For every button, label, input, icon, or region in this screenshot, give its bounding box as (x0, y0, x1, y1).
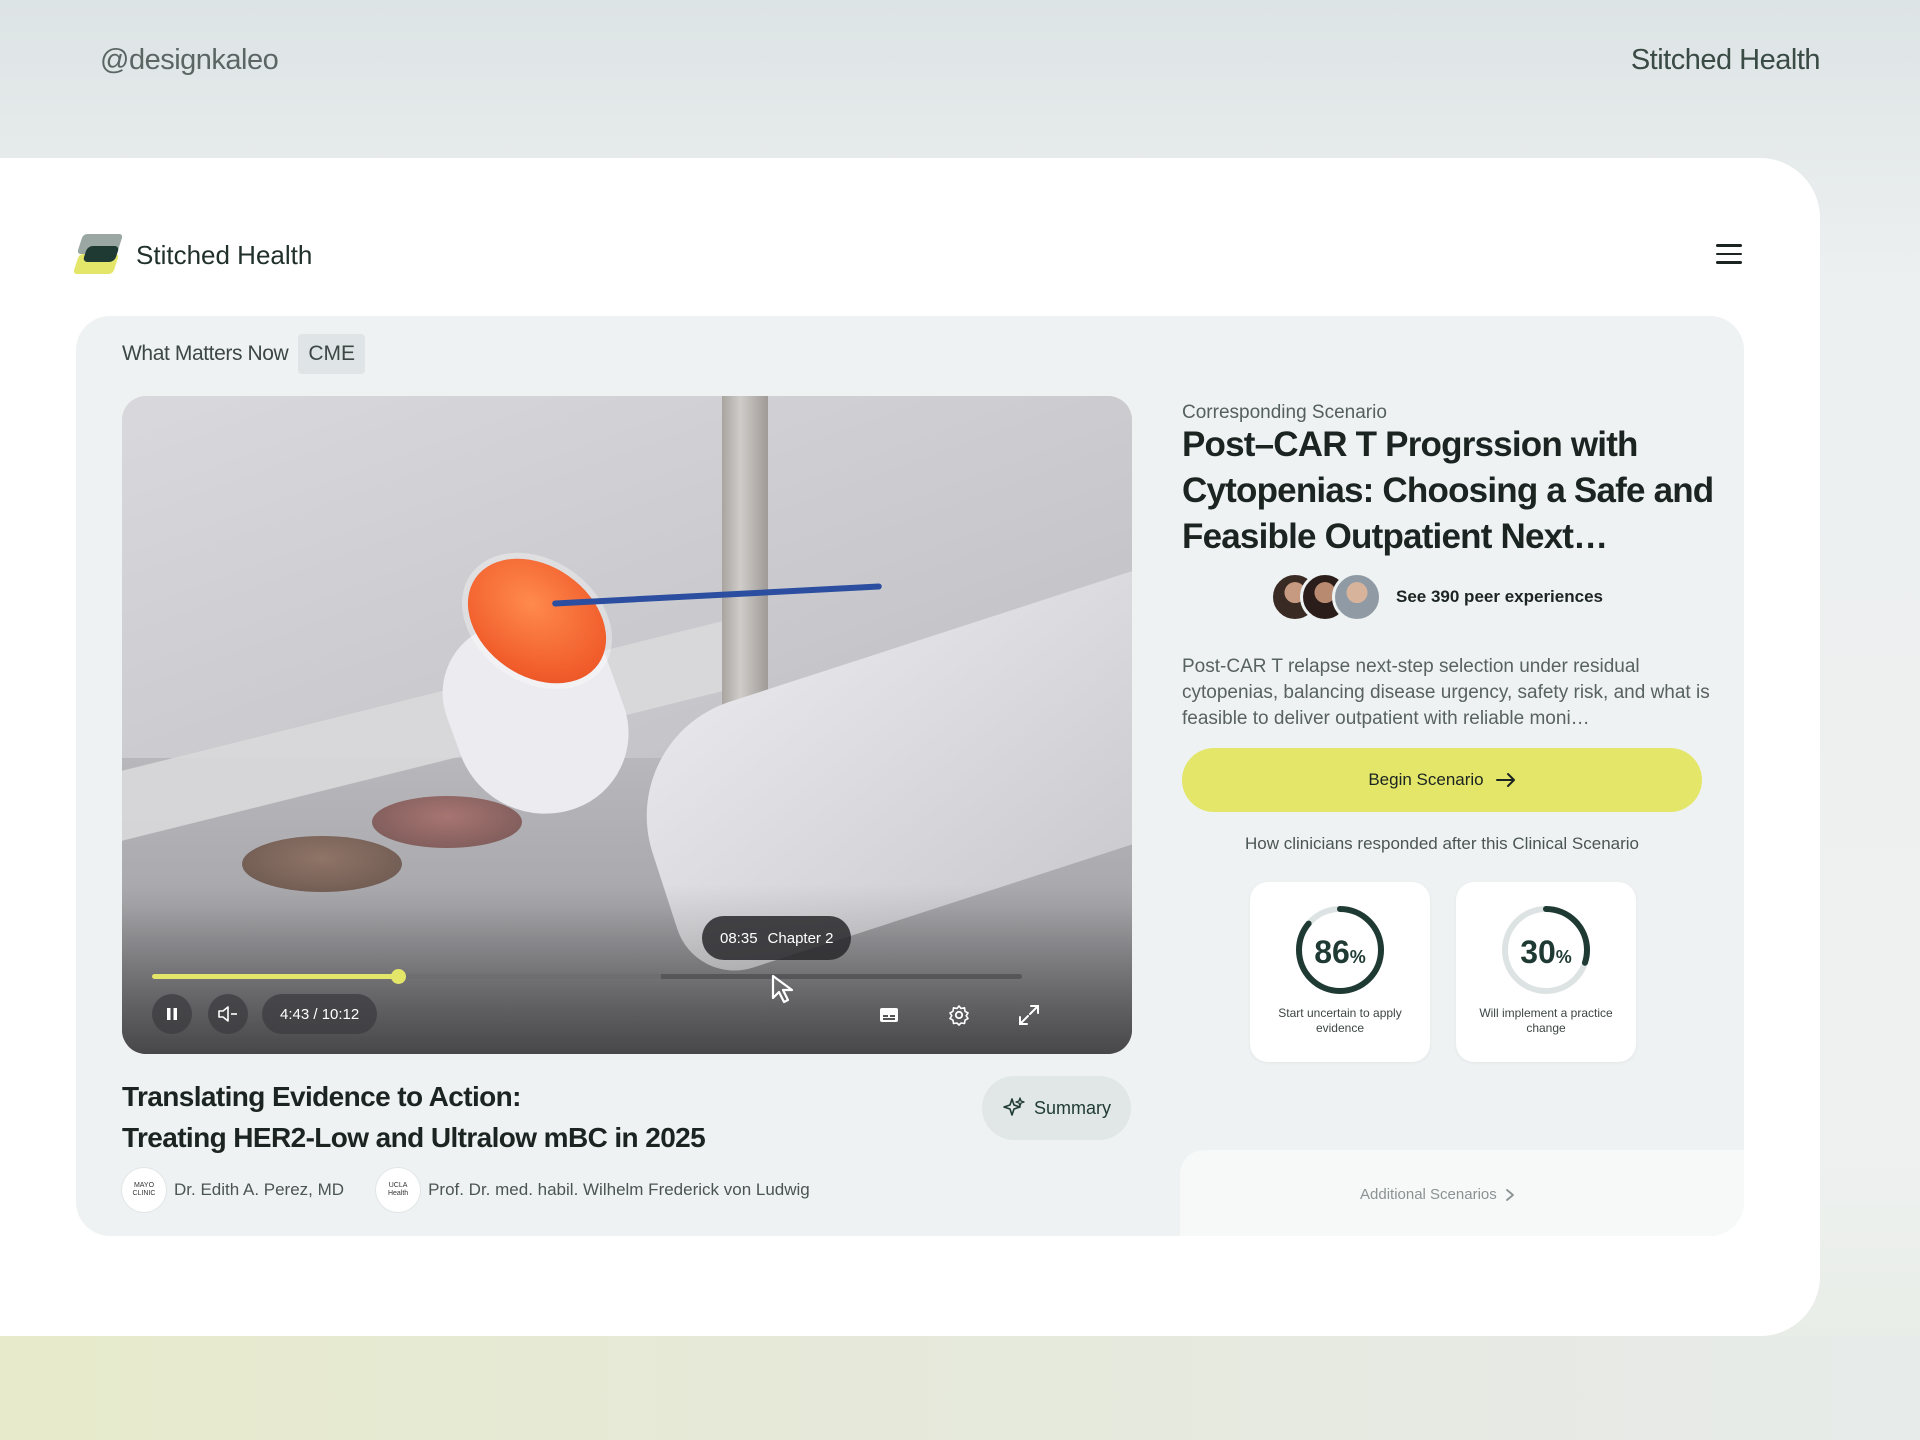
cme-badge: CME (298, 334, 365, 374)
mayo-clinic-logo: MAYO CLINIC (122, 1168, 166, 1212)
authors-list: MAYO CLINIC Dr. Edith A. Perez, MD UCLA … (122, 1168, 842, 1212)
stat-value: 86% (1314, 934, 1366, 970)
arrow-right-icon (1495, 773, 1515, 787)
expand-icon (1019, 1005, 1039, 1025)
summary-button[interactable]: Summary (982, 1076, 1132, 1140)
talk-title-line1: Translating Evidence to Action: (122, 1081, 521, 1112)
summary-label: Summary (1034, 1097, 1112, 1118)
captions-icon (880, 1008, 898, 1022)
author-name: Prof. Dr. med. habil. Wilhelm Frederick … (428, 1180, 810, 1199)
stat-card: 86% Start uncertain to apply evidence (1250, 882, 1430, 1062)
stitched-logo-icon (72, 234, 124, 276)
mouse-pointer-icon (771, 974, 794, 1004)
gear-icon (949, 1005, 969, 1026)
author-item[interactable]: UCLA Health Prof. Dr. med. habil. Wilhel… (376, 1168, 810, 1212)
video-frame-petri-dish (372, 796, 522, 848)
fullscreen-button[interactable] (1012, 998, 1046, 1032)
tooltip-chapter: Chapter 2 (767, 929, 834, 947)
stat-card: 30% Will implement a practice change (1456, 882, 1636, 1062)
begin-scenario-label: Begin Scenario (1368, 770, 1484, 789)
tooltip-time: 08:35 (720, 929, 758, 947)
peer-avatars (1270, 572, 1382, 622)
additional-scenarios-label: Additional Scenarios (1360, 1186, 1497, 1203)
video-progress-track[interactable] (152, 969, 1022, 984)
progress-hover-segment (398, 974, 661, 979)
avatar (1332, 572, 1382, 622)
settings-button[interactable] (942, 998, 976, 1032)
app-window: Stitched Health What Matters Now CME 08:… (0, 158, 1820, 1336)
volume-down-icon (218, 1006, 237, 1022)
time-display: 4:43 / 10:12 (262, 994, 378, 1034)
stat-caption: Start uncertain to apply evidence (1278, 1006, 1402, 1035)
section-header: What Matters Now CME (122, 334, 365, 374)
pause-button[interactable] (152, 994, 192, 1034)
scenario-title: Post–CAR T Progrssion with Cytopenias: C… (1182, 425, 1714, 556)
responses-caption: How clinicians responded after this Clin… (1244, 834, 1640, 853)
author-name: Dr. Edith A. Perez, MD (174, 1180, 345, 1199)
hamburger-menu-icon[interactable] (1716, 244, 1742, 264)
peer-experiences[interactable]: See 390 peer experiences (1270, 572, 1603, 622)
talk-title-line2: Treating HER2-Low and Ultralow mBC in 20… (122, 1122, 706, 1153)
stat-caption: Will implement a practice change (1479, 1006, 1613, 1035)
sparkle-icon (1003, 1097, 1025, 1116)
additional-scenarios-link[interactable]: Additional Scenarios (1360, 1186, 1515, 1203)
captions-button[interactable] (872, 998, 906, 1032)
designer-handle: @designkaleo (100, 44, 279, 76)
peer-experiences-link[interactable]: See 390 peer experiences (1396, 587, 1603, 607)
begin-scenario-button[interactable]: Begin Scenario (1182, 748, 1702, 812)
ucla-health-logo: UCLA Health (376, 1168, 421, 1212)
video-player[interactable]: 08:35 Chapter 2 4:43 / 10:12 (122, 396, 1132, 1054)
pause-icon (167, 1008, 177, 1020)
section-title: What Matters Now (122, 342, 289, 365)
chevron-right-icon (1505, 1188, 1514, 1201)
scenario-label: Corresponding Scenario (1182, 402, 1387, 423)
stat-value: 30% (1520, 934, 1572, 970)
volume-button[interactable] (208, 994, 248, 1034)
app-name: Stitched Health (136, 239, 313, 270)
author-item[interactable]: MAYO CLINIC Dr. Edith A. Perez, MD (122, 1168, 344, 1212)
main-panel: What Matters Now CME 08:35 Chapter 2 4:4… (76, 316, 1744, 1236)
talk-title: Translating Evidence to Action: Treating… (122, 1076, 706, 1158)
scenario-description: Post-CAR T relapse next-step selection u… (1182, 656, 1710, 729)
bottom-background-band (0, 1336, 1920, 1440)
progress-fill (152, 974, 399, 979)
app-header: Stitched Health (72, 234, 313, 276)
chapter-tooltip: 08:35 Chapter 2 (702, 916, 852, 960)
brand-caption: Stitched Health (1630, 44, 1821, 76)
